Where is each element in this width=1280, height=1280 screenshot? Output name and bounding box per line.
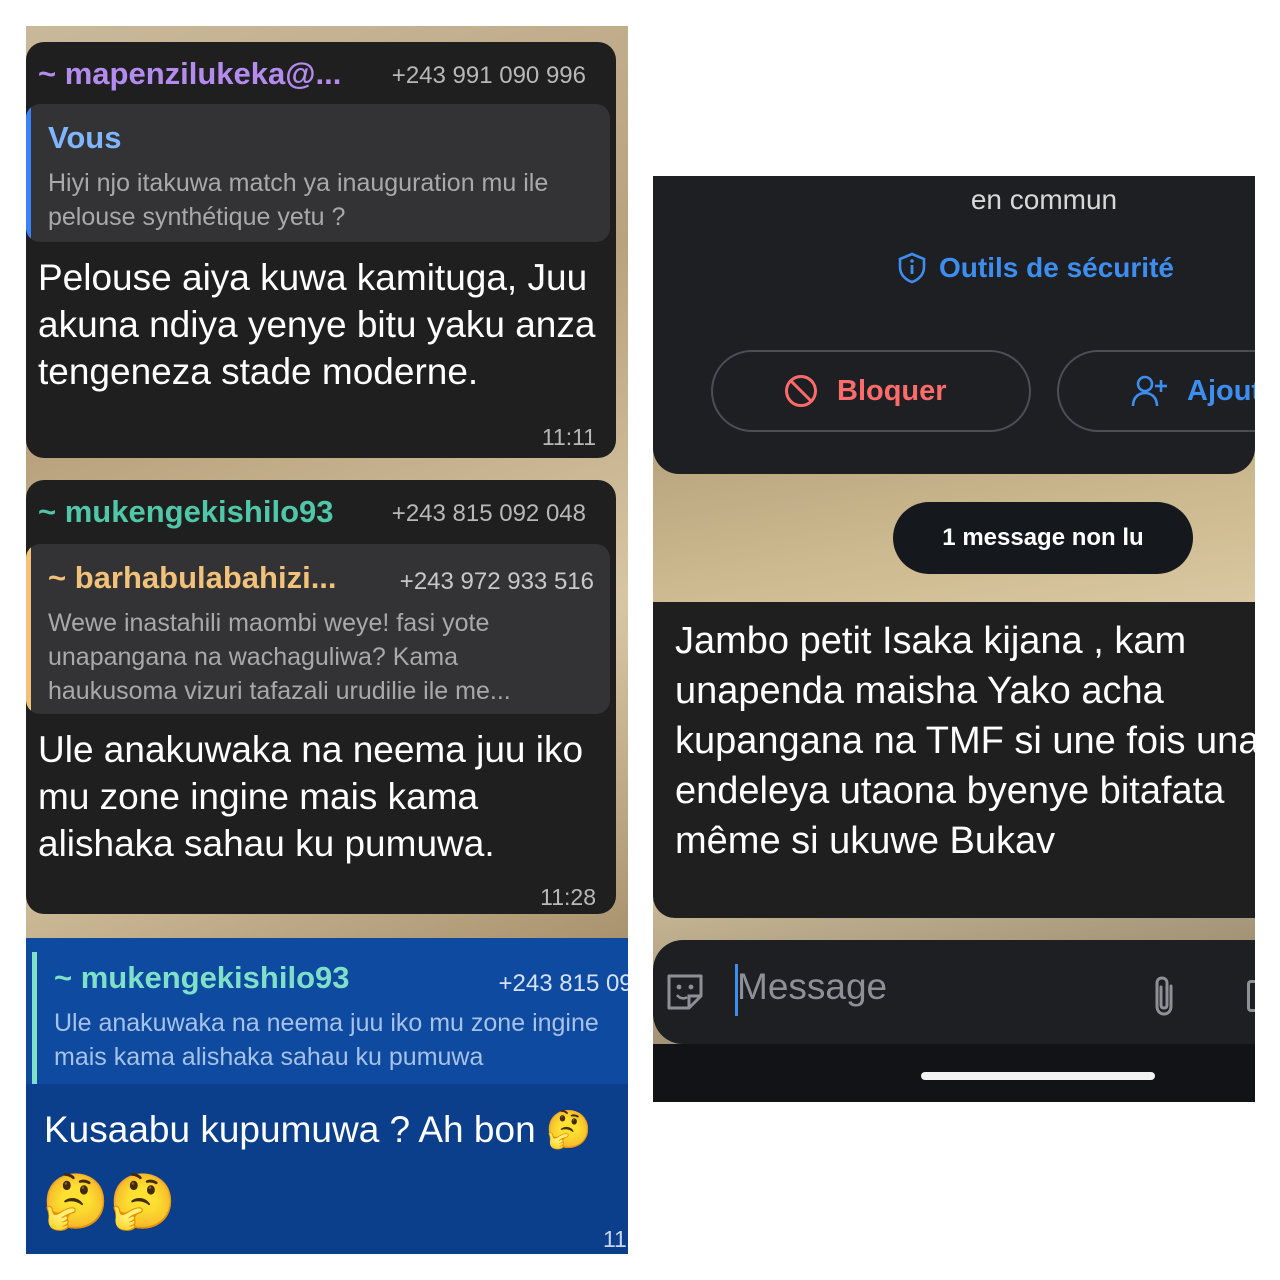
message-time: 11:11 bbox=[541, 424, 596, 450]
block-button[interactable]: Bloquer bbox=[711, 350, 1031, 432]
quoted-text: Hiyi njo itakuwa match ya inauguration m… bbox=[48, 169, 549, 231]
security-tools-label: Outils de sécurité bbox=[939, 252, 1174, 283]
message-text: Kusaabu kupumuwa ? Ah bon 🤔 bbox=[44, 1109, 592, 1150]
quoted-text: Ule anakuwaka na neema juu iko mu zone i… bbox=[54, 1009, 599, 1071]
quoted-sender: ~ barhabulabahizi... bbox=[48, 560, 337, 595]
security-tools-link[interactable]: Outils de sécurité bbox=[897, 252, 1174, 284]
quoted-message[interactable]: ~ mukengekishilo93 +243 815 092 Ule anak… bbox=[26, 938, 628, 1084]
add-contact-icon bbox=[1131, 374, 1169, 408]
message-input[interactable]: Message bbox=[737, 966, 887, 1008]
block-icon bbox=[783, 373, 819, 409]
contact-info-card: en commun Outils de sécurité Bloquer Ajo… bbox=[653, 176, 1255, 474]
add-contact-button[interactable]: Ajout bbox=[1057, 350, 1255, 432]
left-chat-screenshot: ~ mapenzilukeka@... +243 991 090 996 Vou… bbox=[26, 26, 628, 1254]
sticker-icon[interactable] bbox=[663, 970, 707, 1014]
groups-in-common-label: en commun bbox=[970, 184, 1118, 215]
quote-bar bbox=[26, 104, 31, 242]
shield-info-icon bbox=[897, 252, 927, 284]
quoted-sender: Vous bbox=[48, 120, 122, 155]
quoted-sender: ~ mukengekishilo93 bbox=[54, 960, 350, 995]
block-label: Bloquer bbox=[837, 374, 947, 407]
message-bubble-2[interactable]: ~ mukengekishilo93 +243 815 092 048 ~ ba… bbox=[26, 480, 616, 914]
emoji-line: 🤔🤔 bbox=[42, 1172, 177, 1232]
message-text: Pelouse aiya kuwa kamituga, Juu akuna nd… bbox=[38, 257, 596, 392]
unread-messages-badge: 1 message non lu bbox=[893, 502, 1193, 574]
add-contact-label: Ajout bbox=[1187, 374, 1255, 407]
sender-phone: +243 815 092 048 bbox=[391, 500, 586, 527]
quote-bar bbox=[26, 544, 31, 714]
navigation-bar bbox=[653, 1044, 1255, 1102]
right-chat-screenshot: en commun Outils de sécurité Bloquer Ajo… bbox=[653, 176, 1255, 1102]
quoted-phone: +243 815 092 bbox=[498, 970, 628, 997]
home-gesture-handle[interactable] bbox=[921, 1072, 1155, 1080]
attach-icon[interactable] bbox=[1149, 974, 1179, 1018]
camera-icon[interactable] bbox=[1247, 980, 1255, 1012]
sender-name[interactable]: ~ mukengekishilo93 bbox=[38, 494, 333, 530]
quoted-text: Wewe inastahili maombi weye! fasi yote u… bbox=[48, 609, 511, 705]
message-bubble-own[interactable]: ~ mukengekishilo93 +243 815 092 Ule anak… bbox=[26, 938, 628, 1254]
quoted-message[interactable]: ~ barhabulabahizi... +243 972 933 516 We… bbox=[26, 544, 610, 714]
quote-bar bbox=[32, 952, 37, 1084]
message-time: 11:28 bbox=[540, 884, 596, 910]
incoming-message-bubble[interactable]: Jambo petit Isaka kijana , kam unapenda … bbox=[653, 602, 1255, 918]
message-composer[interactable]: Message bbox=[653, 940, 1255, 1044]
sender-name[interactable]: ~ mapenzilukeka@... bbox=[38, 56, 341, 92]
sender-phone: +243 991 090 996 bbox=[391, 62, 586, 89]
message-text: Jambo petit Isaka kijana , kam unapenda … bbox=[675, 620, 1255, 862]
quoted-message[interactable]: Vous Hiyi njo itakuwa match ya inaugurat… bbox=[26, 104, 610, 242]
message-time: 11:4 bbox=[602, 1226, 628, 1252]
message-bubble-1[interactable]: ~ mapenzilukeka@... +243 991 090 996 Vou… bbox=[26, 42, 616, 458]
quoted-phone: +243 972 933 516 bbox=[399, 568, 594, 595]
message-text: Ule anakuwaka na neema juu iko mu zone i… bbox=[38, 729, 584, 864]
